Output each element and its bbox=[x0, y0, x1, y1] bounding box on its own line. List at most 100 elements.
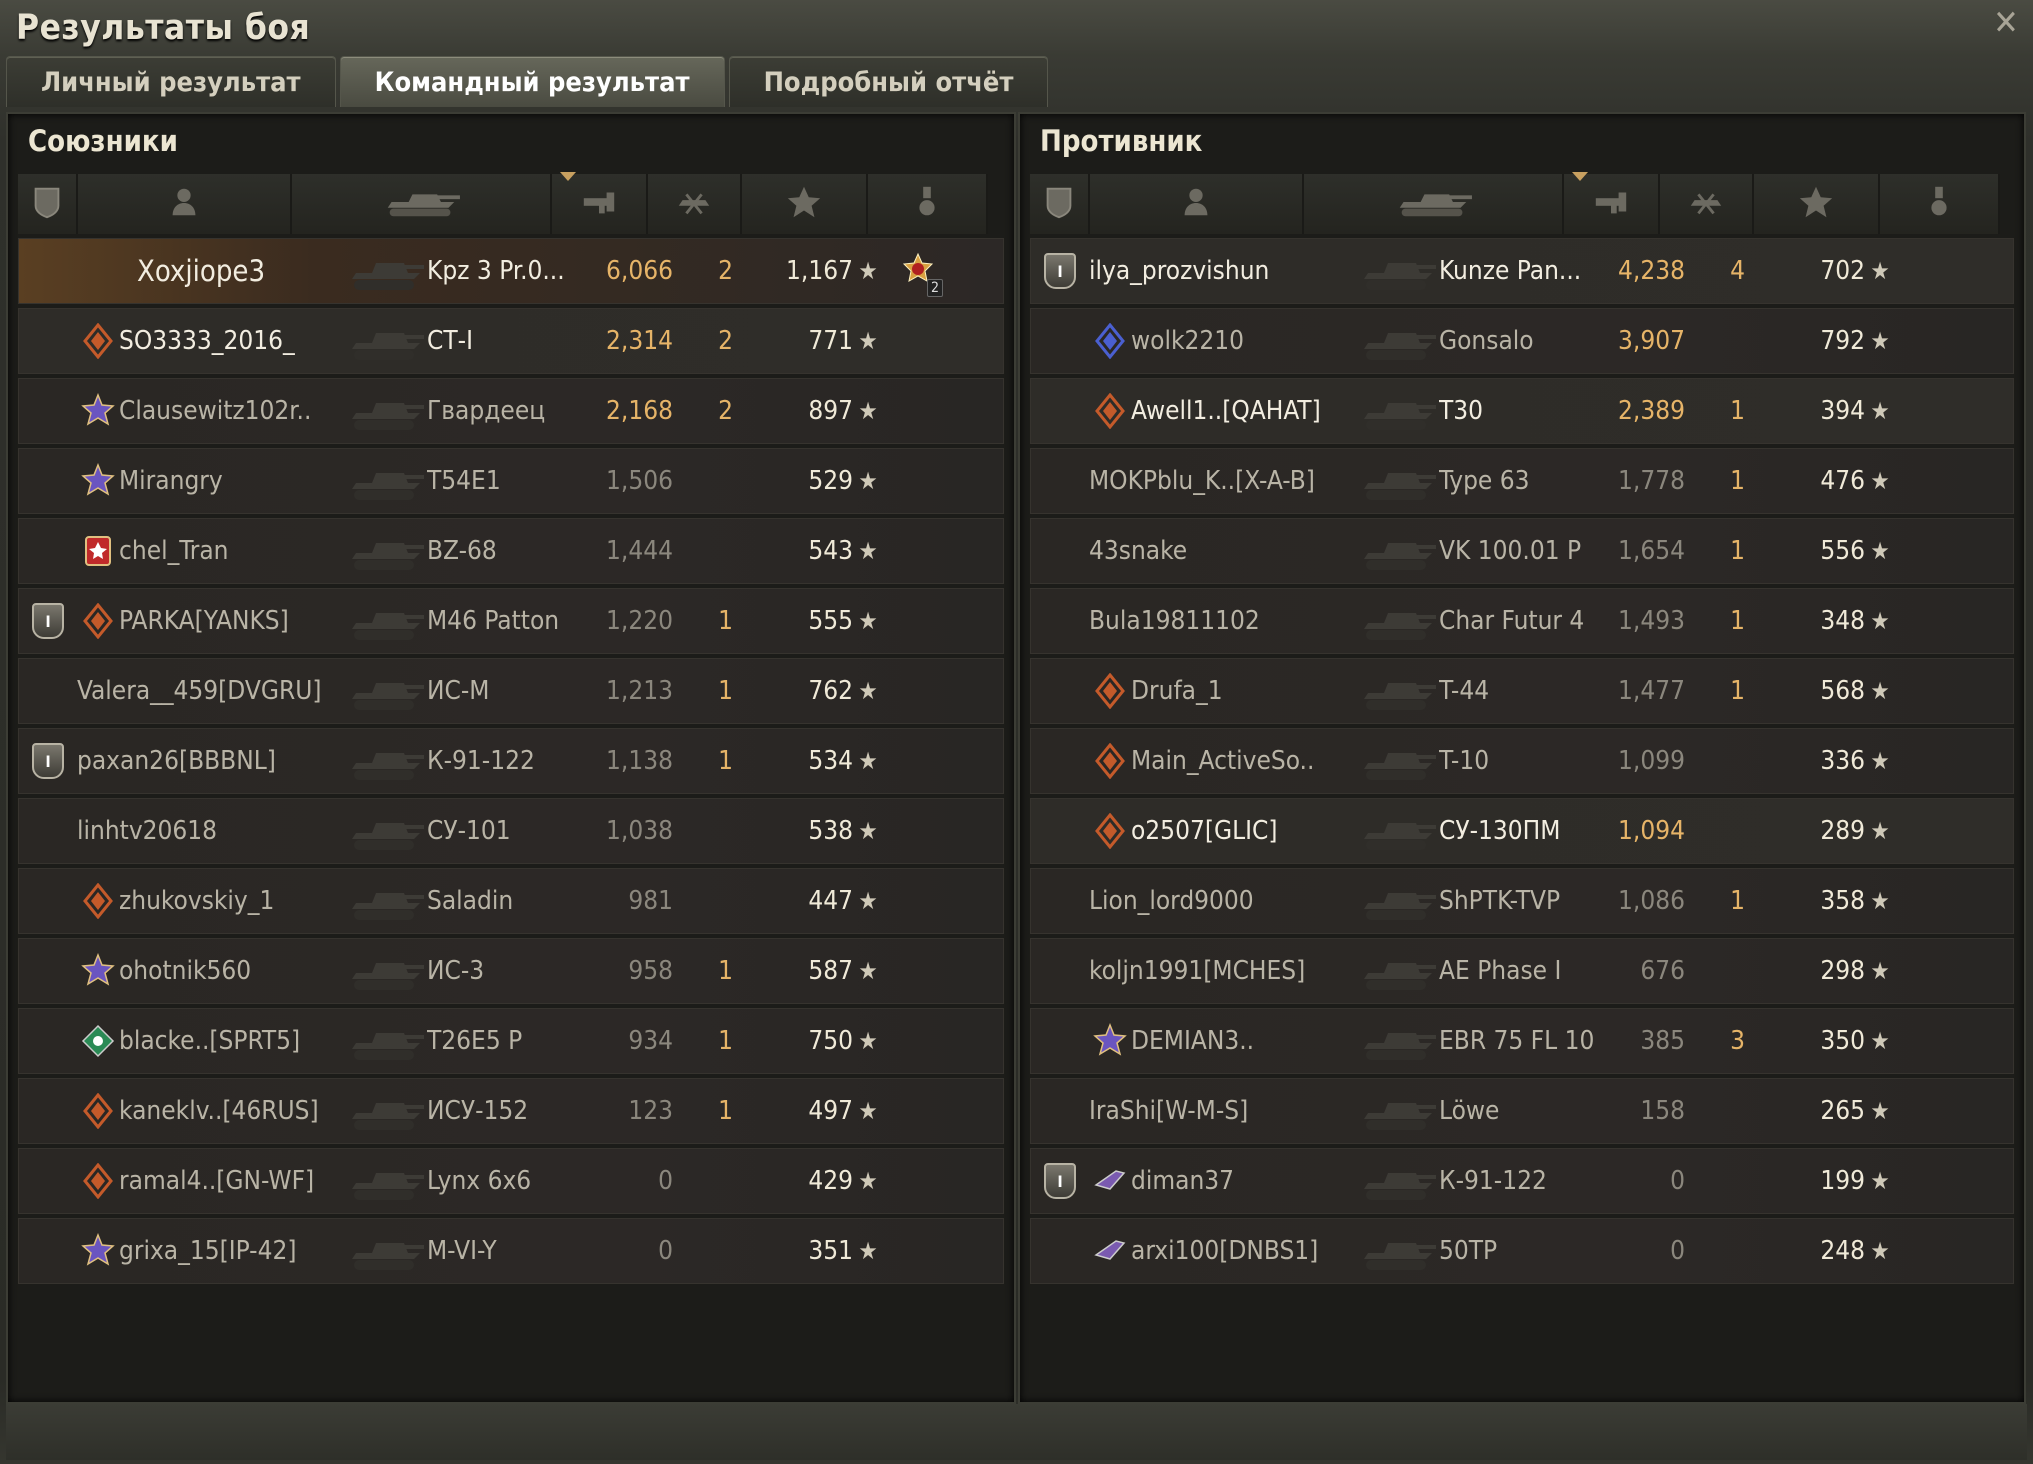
xp-value: 248 bbox=[1820, 1236, 1865, 1266]
player-name[interactable]: paxan26[BBBNL] bbox=[77, 746, 345, 776]
platoon-badge-icon: I bbox=[1044, 1163, 1076, 1199]
player-name[interactable]: arxi100[DNBS1] bbox=[1131, 1236, 1357, 1266]
player-name[interactable]: MOKPblu_K..[X-A-B] bbox=[1089, 466, 1357, 496]
player-name[interactable]: blacke..[SPRT5] bbox=[119, 1026, 345, 1056]
damage-column-header[interactable] bbox=[1564, 172, 1660, 234]
player-column-header[interactable] bbox=[1090, 174, 1304, 234]
player-name[interactable]: ramal4..[GN-WF] bbox=[119, 1166, 345, 1196]
damage-value: 1,493 bbox=[1618, 606, 1685, 636]
player-name[interactable]: koljn1991[MCHES] bbox=[1089, 956, 1357, 986]
tab-personal-result[interactable]: Личный результат bbox=[6, 56, 336, 107]
player-row[interactable]: kaneklv..[46RUS] ИСУ-152 123 1 497 ★ bbox=[18, 1078, 1004, 1144]
player-name[interactable]: Clausewitz102r.. bbox=[119, 396, 345, 426]
player-name[interactable]: Bula19811102 bbox=[1089, 606, 1357, 636]
player-row[interactable]: Awell1..[QAHAT] T30 2,389 1 394 ★ bbox=[1030, 378, 2014, 444]
player-row[interactable]: Valera__459[DVGRU] ИС-М 1,213 1 762 ★ bbox=[18, 658, 1004, 724]
player-name[interactable]: Awell1..[QAHAT] bbox=[1131, 396, 1357, 426]
player-row[interactable]: Iilya_prozvishun Kunze Pan... 4,238 4 702 ★ bbox=[1030, 238, 2014, 304]
player-row[interactable]: MOKPblu_K..[X-A-B] Type 63 1,778 1 476 ★ bbox=[1030, 448, 2014, 514]
player-row[interactable]: I PARKA[YANKS] M46 Patton 1,220 1 555 ★ bbox=[18, 588, 1004, 654]
player-name[interactable]: chel_Tran bbox=[119, 536, 345, 566]
kills-column-header[interactable] bbox=[648, 174, 742, 234]
player-row[interactable]: zhukovskiy_1 Saladin 981 447 ★ bbox=[18, 868, 1004, 934]
player-column-header[interactable] bbox=[78, 174, 292, 234]
player-row[interactable]: arxi100[DNBS1] 50TP 0 248 ★ bbox=[1030, 1218, 2014, 1284]
player-name[interactable]: Xoxjiope3 bbox=[119, 254, 345, 288]
player-name[interactable]: ohotnik560 bbox=[119, 956, 345, 986]
player-name[interactable]: PARKA[YANKS] bbox=[119, 606, 345, 636]
player-row[interactable]: Lion_lord9000 ShPTK-TVP 1,086 1 358 ★ bbox=[1030, 868, 2014, 934]
player-row[interactable]: Clausewitz102r.. Гвардеец 2,168 2 897 ★ bbox=[18, 378, 1004, 444]
damage-value: 676 bbox=[1640, 956, 1685, 986]
tank-image-icon bbox=[345, 733, 427, 789]
player-row[interactable]: grixa_15[IP-42] M-VI-Y 0 351 ★ bbox=[18, 1218, 1004, 1284]
medal-column-header[interactable] bbox=[1880, 174, 2000, 234]
player-name[interactable]: ilya_prozvishun bbox=[1089, 256, 1357, 286]
player-name[interactable]: grixa_15[IP-42] bbox=[119, 1236, 345, 1266]
player-row[interactable]: ohotnik560 ИС-3 958 1 587 ★ bbox=[18, 938, 1004, 1004]
damage-value: 0 bbox=[658, 1166, 673, 1196]
xp-column-header[interactable] bbox=[1754, 174, 1880, 234]
player-name[interactable]: 43snake bbox=[1089, 536, 1357, 566]
player-row[interactable]: Ipaxan26[BBBNL] К-91-122 1,138 1 534 ★ bbox=[18, 728, 1004, 794]
player-row[interactable]: linhtv20618 СУ-101 1,038 538 ★ bbox=[18, 798, 1004, 864]
player-name[interactable]: wolk2210 bbox=[1131, 326, 1357, 356]
player-row[interactable]: Xoxjiope3 Kpz 3 Pr.0... 6,066 2 1,167 ★ 2 bbox=[18, 238, 1004, 304]
platoon-column-header[interactable] bbox=[1030, 174, 1090, 234]
medal-cell[interactable]: 2 bbox=[883, 251, 953, 297]
player-name[interactable]: Mirangry bbox=[119, 466, 345, 496]
player-row[interactable]: blacke..[SPRT5] T26E5 P 934 1 750 ★ bbox=[18, 1008, 1004, 1074]
tank-column-icon bbox=[376, 183, 466, 225]
player-name[interactable]: kaneklv..[46RUS] bbox=[119, 1096, 345, 1126]
player-name[interactable]: o2507[GLIC] bbox=[1131, 816, 1357, 846]
player-row[interactable]: chel_Tran BZ-68 1,444 543 ★ bbox=[18, 518, 1004, 584]
platoon-column-header[interactable] bbox=[18, 174, 78, 234]
player-name[interactable]: IraShi[W-M-S] bbox=[1089, 1096, 1357, 1126]
kills-value: 1 bbox=[718, 746, 733, 776]
player-name[interactable]: linhtv20618 bbox=[77, 816, 345, 846]
tab-team-result[interactable]: Командный результат bbox=[339, 56, 725, 107]
kills-value: 2 bbox=[718, 326, 733, 356]
player-name[interactable]: zhukovskiy_1 bbox=[119, 886, 345, 916]
xp-value: 555 bbox=[808, 606, 853, 636]
player-row[interactable]: o2507[GLIC] СУ-130ПМ 1,094 289 ★ bbox=[1030, 798, 2014, 864]
tank-column-header[interactable] bbox=[292, 174, 552, 234]
tank-name: T30 bbox=[1439, 396, 1484, 426]
player-name[interactable]: Lion_lord9000 bbox=[1089, 886, 1357, 916]
damage-value: 1,444 bbox=[606, 536, 673, 566]
tank-image-icon bbox=[1357, 873, 1439, 929]
player-row[interactable]: Mirangry T54E1 1,506 529 ★ bbox=[18, 448, 1004, 514]
xp-column-header[interactable] bbox=[742, 174, 868, 234]
close-icon[interactable]: ✕ bbox=[1989, 6, 2023, 40]
player-row[interactable]: Bula19811102 Char Futur 4 1,493 1 348 ★ bbox=[1030, 588, 2014, 654]
player-row[interactable]: wolk2210 Gonsalo 3,907 792 ★ bbox=[1030, 308, 2014, 374]
damage-value: 0 bbox=[1670, 1236, 1685, 1266]
tab-detailed-report[interactable]: Подробный отчёт bbox=[728, 56, 1049, 107]
player-row[interactable]: SO3333_2016_ СТ-I 2,314 2 771 ★ bbox=[18, 308, 1004, 374]
player-name[interactable]: Main_ActiveSo.. bbox=[1131, 746, 1357, 776]
player-name[interactable]: SO3333_2016_ bbox=[119, 326, 345, 356]
player-row[interactable]: 43snake VK 100.01 P 1,654 1 556 ★ bbox=[1030, 518, 2014, 584]
player-row[interactable]: IraShi[W-M-S] Löwe 158 265 ★ bbox=[1030, 1078, 2014, 1144]
player-row[interactable]: ramal4..[GN-WF] Lynx 6x6 0 429 ★ bbox=[18, 1148, 1004, 1214]
player-row[interactable]: koljn1991[MCHES] AE Phase I 676 298 ★ bbox=[1030, 938, 2014, 1004]
player-row[interactable]: Idiman37 К-91-122 0 199 ★ bbox=[1030, 1148, 2014, 1214]
xp-value: 358 bbox=[1820, 886, 1865, 916]
damage-column-icon bbox=[1592, 183, 1630, 225]
damage-column-header[interactable] bbox=[552, 172, 648, 234]
tank-image-icon bbox=[1357, 803, 1439, 859]
player-name[interactable]: diman37 bbox=[1131, 1166, 1357, 1196]
xp-value: 543 bbox=[808, 536, 853, 566]
player-name[interactable]: DEMIAN3.. bbox=[1131, 1026, 1357, 1056]
medal-column-header[interactable] bbox=[868, 174, 988, 234]
player-name[interactable]: Valera__459[DVGRU] bbox=[77, 676, 345, 706]
tank-column-header[interactable] bbox=[1304, 174, 1564, 234]
player-row[interactable]: Main_ActiveSo.. T-10 1,099 336 ★ bbox=[1030, 728, 2014, 794]
tank-image-icon bbox=[345, 943, 427, 999]
kills-column-header[interactable] bbox=[1660, 174, 1754, 234]
tank-name: Lynx 6x6 bbox=[427, 1166, 532, 1196]
player-row[interactable]: DEMIAN3.. EBR 75 FL 10 385 3 350 ★ bbox=[1030, 1008, 2014, 1074]
player-name[interactable]: Drufa_1 bbox=[1131, 676, 1357, 706]
player-row[interactable]: Drufa_1 T-44 1,477 1 568 ★ bbox=[1030, 658, 2014, 724]
xp-value: 534 bbox=[808, 746, 853, 776]
